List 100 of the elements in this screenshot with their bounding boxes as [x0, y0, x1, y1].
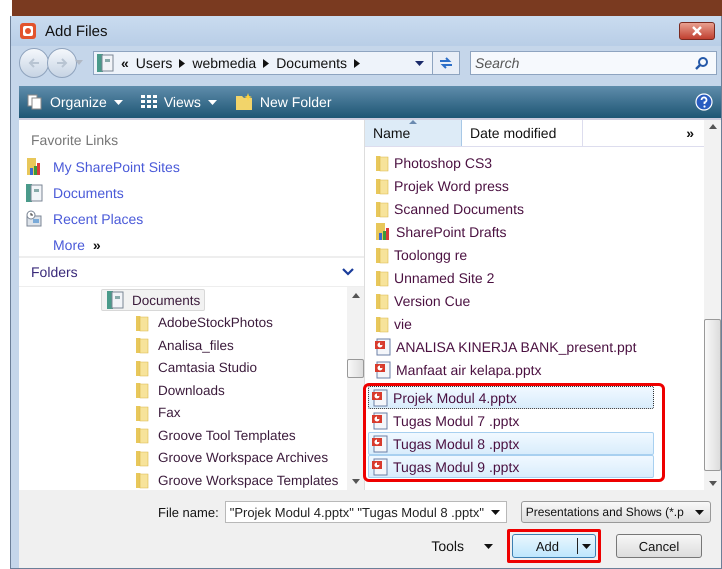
presentation-file-icon [374, 360, 392, 378]
file-item[interactable]: Photoshop CS3 [371, 151, 657, 174]
sharepoint-folder-icon [25, 157, 43, 177]
file-item[interactable]: Projek Modul 4.pptx [368, 386, 654, 409]
folder-icon [374, 154, 390, 172]
file-item[interactable]: Scanned Documents [371, 197, 657, 220]
favorite-link[interactable]: Documents [19, 180, 364, 206]
address-bar[interactable]: « Users webmedia Documents [93, 51, 433, 75]
app-icon [19, 22, 37, 40]
chevron-right-icon [179, 58, 186, 68]
file-item[interactable]: ANALISA KINERJA BANK_present.ppt [371, 335, 657, 358]
folder-icon [134, 381, 150, 400]
breadcrumb-item[interactable]: webmedia [192, 55, 256, 71]
tree-item[interactable]: Groove Tool Templates [129, 425, 301, 446]
scrollbar[interactable] [347, 287, 364, 490]
dropdown-caret-icon [415, 60, 424, 66]
presentation-file-icon [371, 412, 389, 430]
folder-icon [134, 336, 150, 354]
history-caret-icon [75, 60, 83, 66]
double-chevron-icon[interactable]: » [92, 237, 101, 253]
dropdown-caret-icon [490, 510, 500, 515]
documents-icon [25, 183, 43, 203]
folder-icon [134, 404, 150, 422]
tree-item[interactable]: Downloads [129, 380, 230, 400]
file-item[interactable]: Tugas Modul 7 .pptx [368, 409, 654, 432]
folder-icon [374, 200, 390, 218]
file-item[interactable]: SharePoint Drafts [371, 220, 657, 243]
file-item[interactable]: Version Cue [371, 289, 657, 312]
refresh-arrows-icon [438, 56, 454, 70]
presentation-file-icon [371, 458, 389, 476]
folder-icon [374, 314, 390, 332]
add-button[interactable]: Add [512, 534, 596, 558]
file-item[interactable]: vie [371, 312, 657, 335]
folder-icon [134, 314, 150, 332]
breadcrumb-item[interactable]: Users [136, 55, 172, 71]
help-icon [695, 93, 713, 111]
folder-icon [374, 292, 390, 310]
tree-item[interactable]: Fax [129, 402, 186, 423]
cancel-button[interactable]: Cancel [616, 534, 702, 558]
tree-item[interactable]: Groove Workspace Templates [129, 470, 344, 490]
favorite-link[interactable]: Recent Places [19, 206, 364, 232]
breadcrumb-item[interactable]: Documents [276, 55, 347, 71]
documents-icon [96, 53, 114, 73]
presentation-file-icon [371, 388, 389, 406]
recent-places-icon [25, 210, 43, 228]
file-type-dropdown[interactable]: Presentations and Shows (*.p [520, 501, 711, 523]
back-arrow-icon [27, 57, 41, 69]
documents-icon [106, 290, 124, 310]
scroll-down-icon [352, 479, 360, 484]
file-name-field[interactable]: "Projek Modul 4.pptx" "Tugas Modul 8 .pptx" [224, 501, 507, 523]
scroll-thumb[interactable] [704, 319, 721, 471]
address-overflow[interactable]: « [121, 55, 129, 71]
scroll-down-icon [708, 481, 716, 486]
file-item[interactable]: Projek Word press [371, 174, 657, 197]
tree-item[interactable]: Camtasia Studio [129, 358, 262, 378]
refresh-button[interactable] [432, 51, 460, 75]
tree-item[interactable]: Groove Workspace Archives [129, 448, 334, 468]
tree-item[interactable]: Documents [101, 289, 206, 312]
tree-item[interactable]: Analisa_files [129, 335, 239, 356]
folder-icon [134, 448, 150, 467]
file-item[interactable]: Manfaat air kelapa.pptx [371, 358, 657, 381]
grid-icon [140, 95, 157, 109]
file-item[interactable]: Unnamed Site 2 [371, 266, 657, 289]
column-overflow-button[interactable]: » [583, 120, 704, 146]
close-icon [691, 26, 703, 36]
scrollbar[interactable] [704, 120, 721, 490]
scroll-up-icon [352, 293, 360, 298]
presentation-file-icon [374, 338, 392, 356]
views-button[interactable]: Views [140, 94, 217, 110]
organize-button[interactable]: Organize [27, 94, 123, 110]
folder-icon [374, 246, 390, 264]
dropdown-caret-icon [582, 544, 591, 548]
dropdown-caret-icon [694, 510, 704, 514]
scroll-up-icon [708, 124, 716, 129]
folder-icon [374, 268, 390, 286]
help-button[interactable] [695, 93, 713, 111]
column-header[interactable]: Date modified [462, 120, 583, 146]
chevron-right-icon [354, 58, 360, 68]
file-item[interactable]: Tugas Modul 9 .pptx [368, 455, 654, 478]
chevron-right-icon [263, 58, 270, 68]
forward-arrow-icon [55, 57, 69, 69]
tools-button[interactable]: Tools [431, 538, 493, 554]
folder-icon [134, 358, 150, 377]
favorite-link[interactable]: My SharePoint Sites [19, 154, 364, 180]
forward-button[interactable] [47, 48, 77, 78]
new-folder-button[interactable]: New Folder [234, 93, 332, 111]
back-button[interactable] [19, 48, 49, 78]
section-heading[interactable]: Folders [31, 264, 78, 280]
scroll-thumb[interactable] [347, 359, 364, 378]
file-item[interactable]: Tugas Modul 8 .pptx [368, 432, 654, 455]
tree-item[interactable]: AdobeStockPhotos [129, 312, 278, 333]
file-item[interactable]: Toolongg re [371, 243, 657, 266]
close-button[interactable] [679, 22, 715, 40]
more-link[interactable]: More [53, 237, 85, 253]
dropdown-caret-icon [484, 544, 493, 548]
column-header[interactable]: Name [365, 120, 462, 146]
search-field[interactable]: Search [470, 51, 717, 75]
sharepoint-folder-icon [374, 222, 392, 242]
folder-icon [234, 93, 253, 111]
sort-up-icon [409, 120, 417, 124]
